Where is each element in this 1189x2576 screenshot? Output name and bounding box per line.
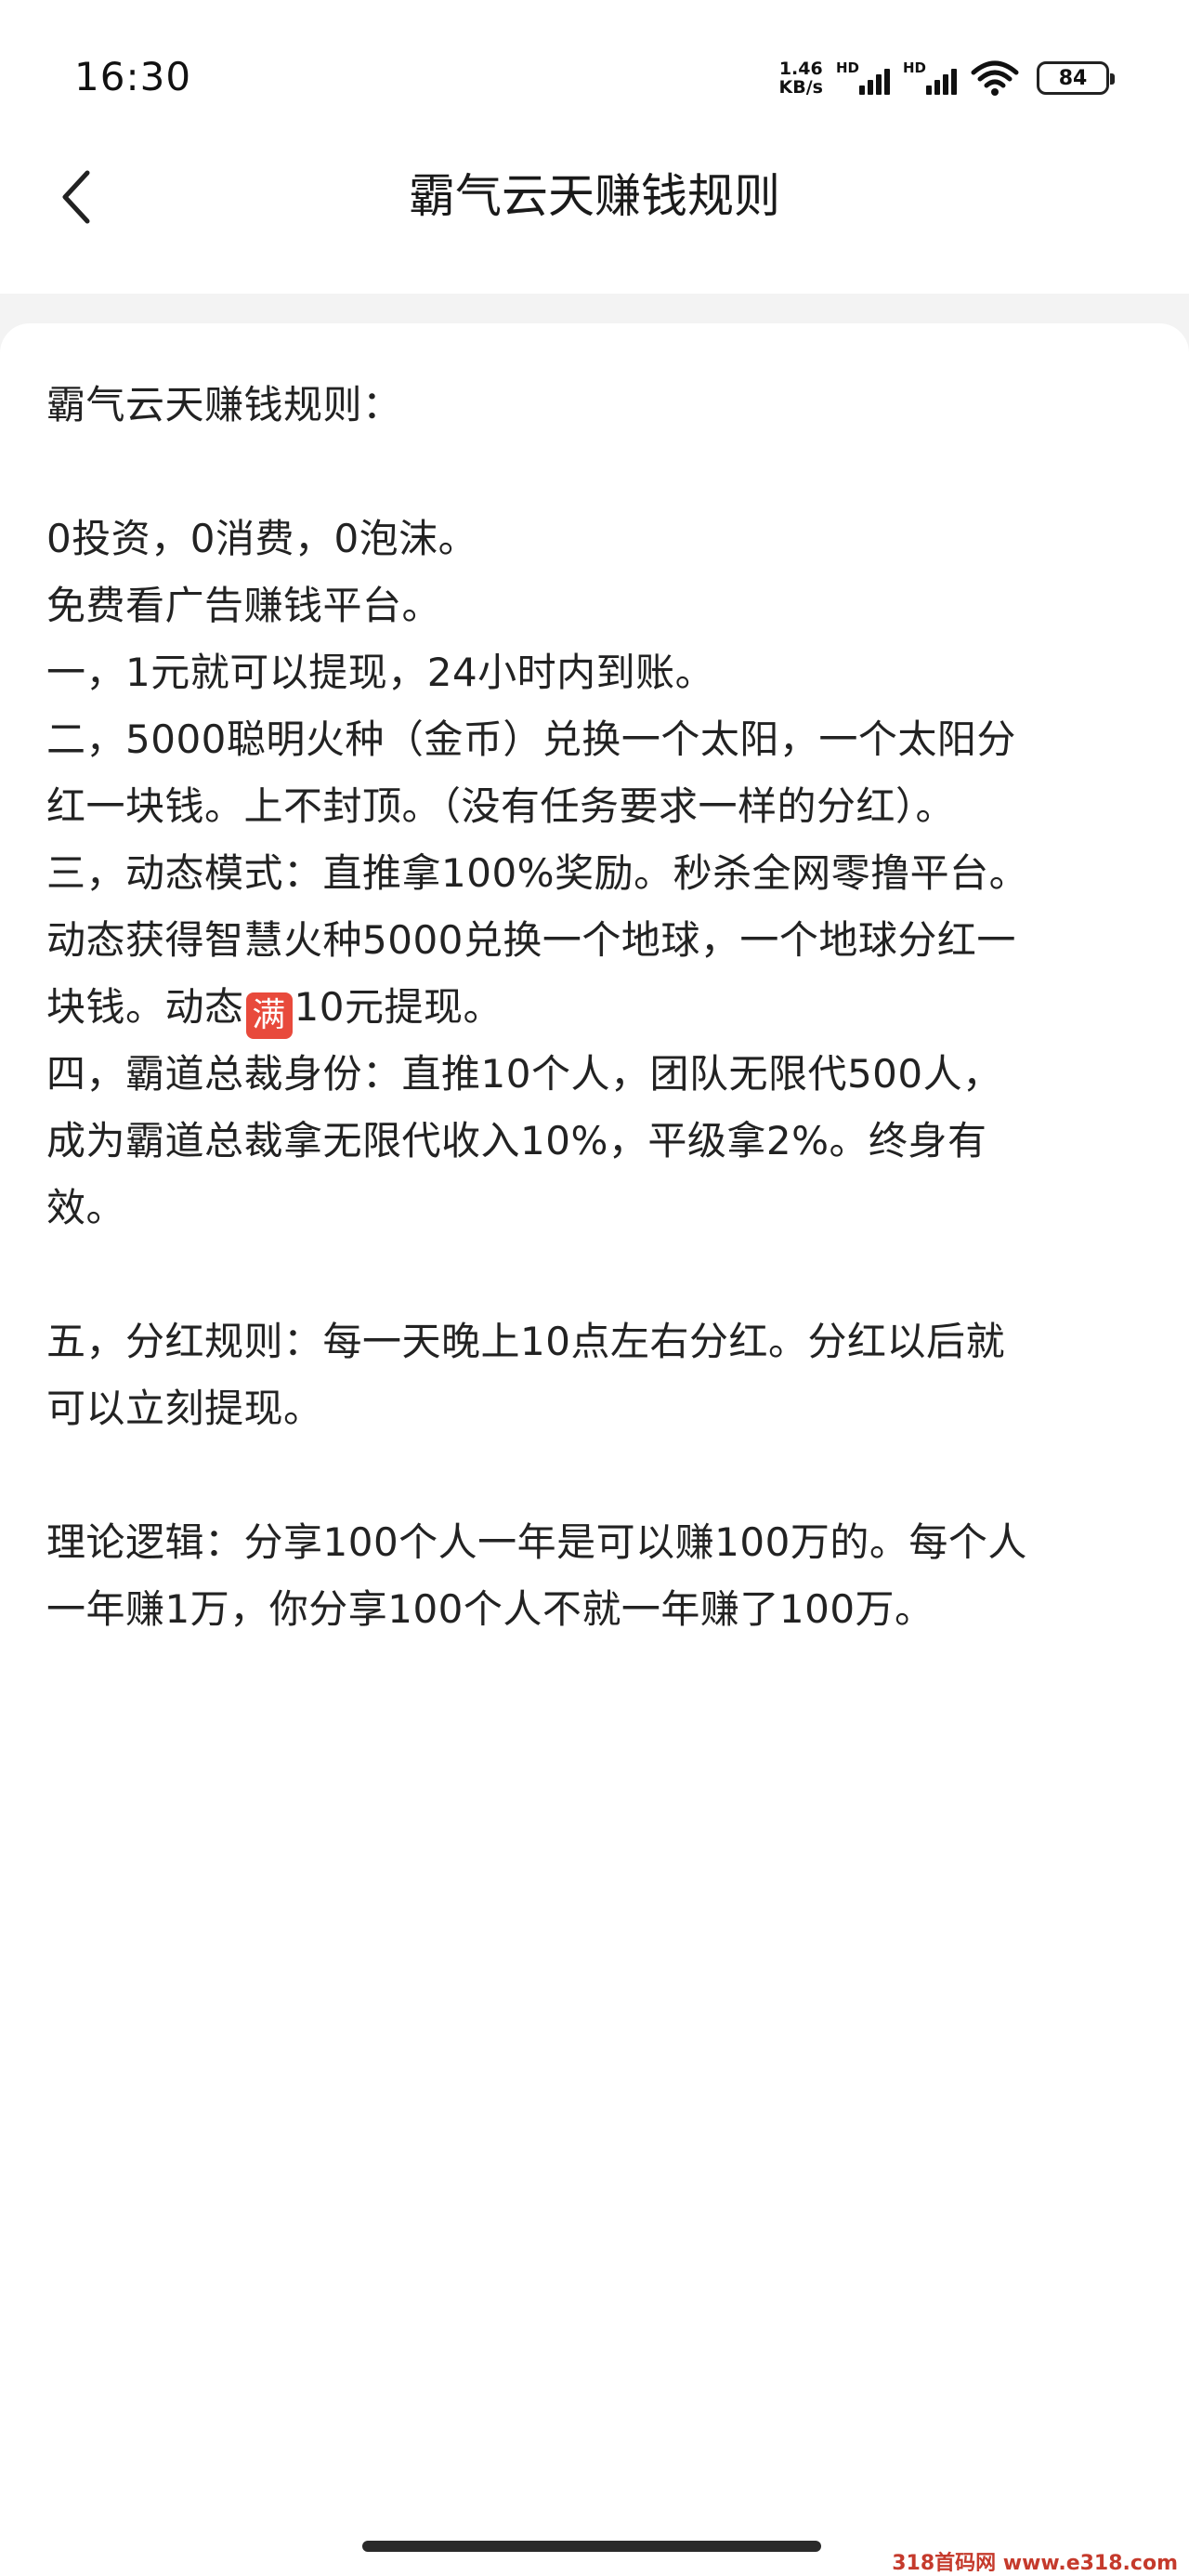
sim1-hd-label: HD bbox=[836, 59, 860, 76]
rules-line: 动态获得智慧火种5000兑换一个地球，一个地球分红一 bbox=[46, 917, 1016, 963]
rules-line bbox=[46, 439, 1152, 506]
battery-level: 84 bbox=[1058, 66, 1088, 90]
wifi-icon bbox=[971, 60, 1019, 96]
network-speed: 1.46 KB/s bbox=[779, 59, 823, 97]
status-indicators: 1.46 KB/s HD HD 84 bbox=[779, 58, 1115, 99]
signal-icon: HD bbox=[903, 59, 957, 97]
rules-line: 一，1元就可以提现，24小时内到账。 bbox=[46, 650, 715, 695]
rules-text: 霸气云天赚钱规则： 0投资，0消费，0泡沫。 免费看广告赚钱平台。 一，1元就可… bbox=[46, 372, 1152, 1643]
rules-line: 免费看广告赚钱平台。 bbox=[46, 583, 442, 628]
network-speed-unit: KB/s bbox=[778, 77, 823, 98]
rules-line: 0投资，0消费，0泡沫。 bbox=[46, 516, 478, 561]
signal-icon: HD bbox=[836, 59, 890, 97]
rules-line: 三，动态模式：直推拿100%奖励。秒杀全网零撸平台。 bbox=[46, 850, 1029, 896]
rules-line: 五，分红规则：每一天晚上10点左右分红。分红以后就 bbox=[46, 1319, 1005, 1364]
rules-line: 红一块钱。上不封顶。（没有任务要求一样的分红）。 bbox=[46, 783, 956, 829]
content-card: 霸气云天赚钱规则： 0投资，0消费，0泡沫。 免费看广告赚钱平台。 一，1元就可… bbox=[0, 323, 1189, 2576]
home-indicator[interactable] bbox=[362, 2541, 821, 2552]
rules-line: 霸气云天赚钱规则： bbox=[46, 382, 402, 427]
rules-line: 成为霸道总裁拿无限代收入10%，平级拿2%。终身有 bbox=[46, 1118, 987, 1163]
network-speed-value: 1.46 bbox=[778, 59, 823, 79]
status-bar: 16:30 1.46 KB/s HD HD 84 bbox=[0, 0, 1189, 139]
battery-icon: 84 bbox=[1037, 61, 1115, 95]
rules-line: 可以立刻提现。 bbox=[46, 1386, 323, 1431]
rules-line-with-badge: 块钱。动态满 10元提现。 bbox=[46, 974, 1152, 1041]
rules-line: 效。 bbox=[46, 1185, 126, 1230]
watermark: 318首码网 www.e318.com bbox=[892, 2552, 1178, 2575]
rules-line-suffix: 10元提现。 bbox=[294, 984, 503, 1030]
rules-line bbox=[46, 1442, 1152, 1509]
rules-line-text: 块钱。动态 bbox=[46, 984, 244, 1030]
rules-line bbox=[46, 1242, 1152, 1308]
sim2-hd-label: HD bbox=[903, 59, 927, 76]
rules-line: 一年赚1万，你分享100个人不就一年赚了100万。 bbox=[46, 1586, 934, 1632]
navigation-bar: 霸气云天赚钱规则 bbox=[0, 139, 1189, 294]
man-badge-icon: 满 bbox=[245, 992, 293, 1039]
status-time: 16:30 bbox=[74, 54, 192, 99]
page-title: 霸气云天赚钱规则 bbox=[409, 169, 780, 223]
rules-line: 二，5000聪明火种（金币）兑换一个太阳，一个太阳分 bbox=[46, 716, 1016, 762]
rules-line: 四，霸道总裁身份：直推10个人，团队无限代500人， bbox=[46, 1051, 1002, 1097]
rules-line: 理论逻辑：分享100个人一年是可以赚100万的。每个人 bbox=[46, 1519, 1027, 1565]
